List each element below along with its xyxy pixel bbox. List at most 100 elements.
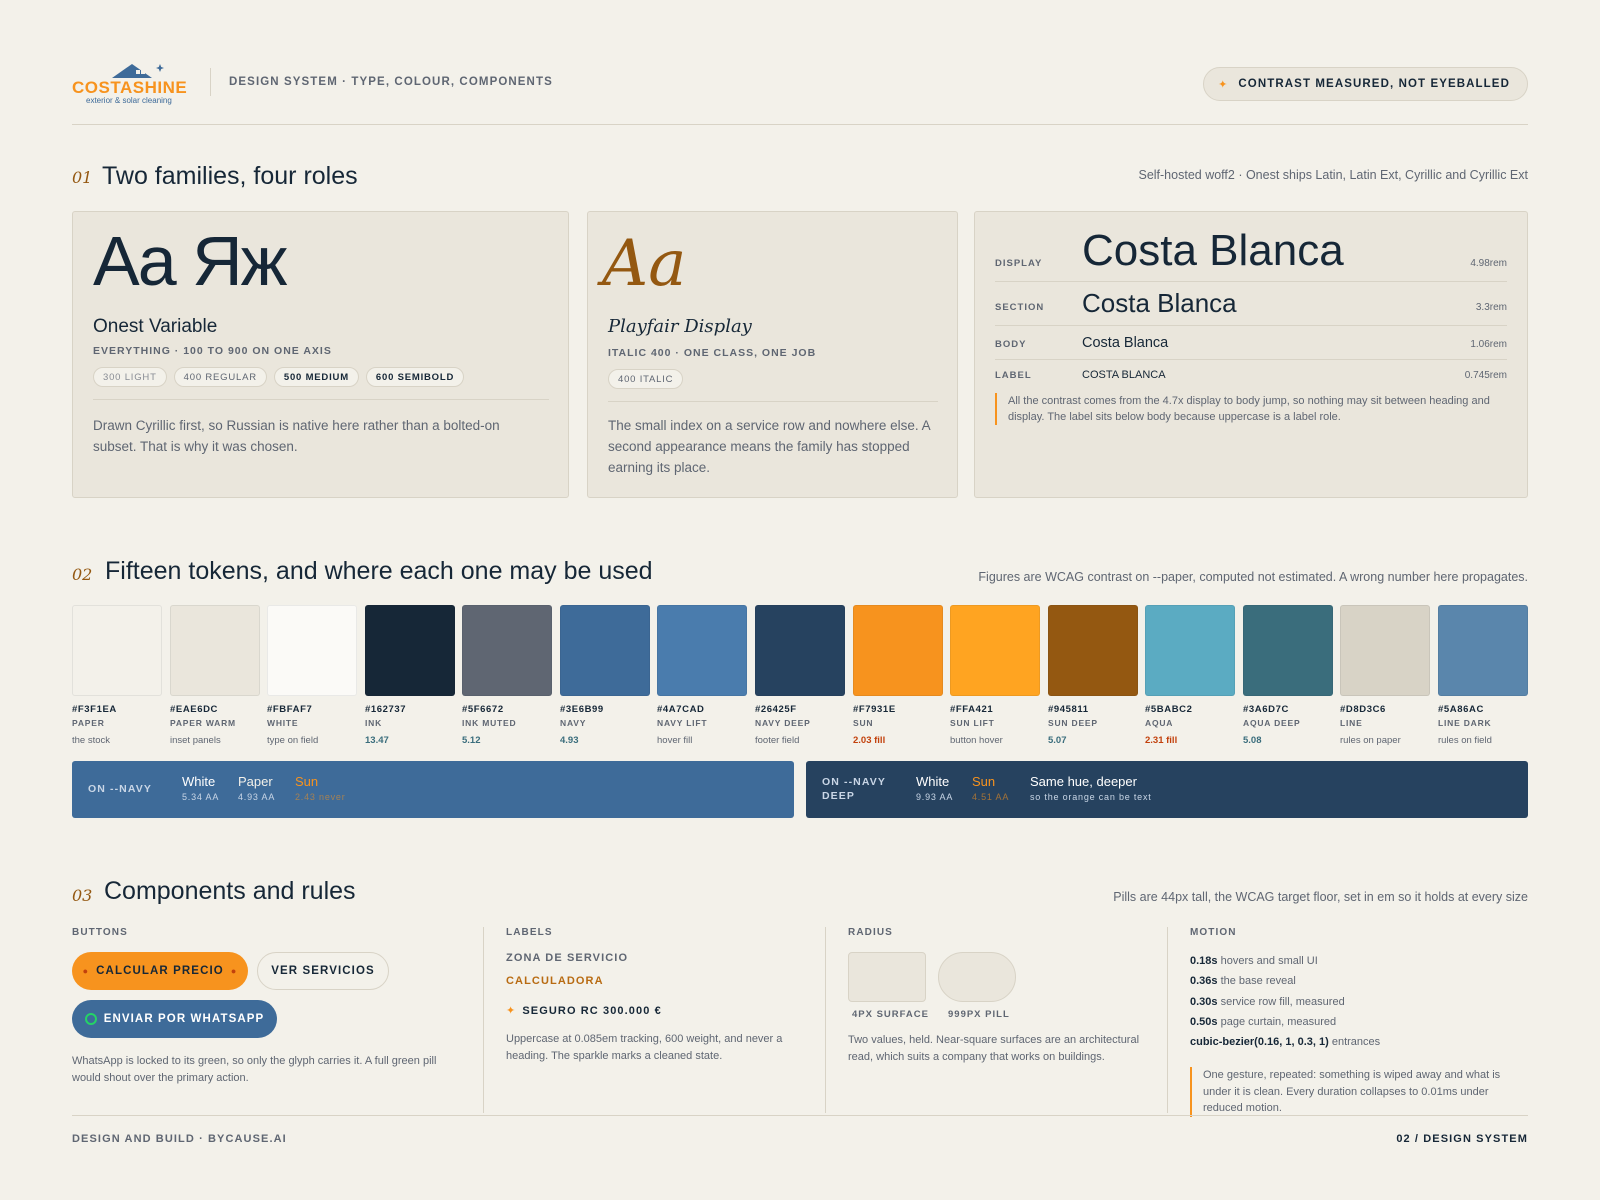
section-heading-components: 03 Components and rules Pills are 44px t… — [72, 877, 1528, 911]
scale-row-body: BODY Costa Blanca 1.06rem — [995, 326, 1507, 360]
swatch-hex: #4A7CAD — [657, 704, 705, 715]
sans-description: Drawn Cyrillic first, so Russian is nati… — [93, 418, 500, 454]
colour-swatch: #F3F1EA PAPER the stock — [72, 605, 162, 746]
scale-row-section: SECTION Costa Blanca 3.3rem — [995, 282, 1507, 326]
band-item: White 5.34 AA — [182, 774, 219, 802]
sans-weights: 300 LIGHT 400 REGULAR 500 MEDIUM 600 SEM… — [93, 367, 465, 387]
column-divider — [825, 927, 826, 1113]
colour-swatch: #945811 SUN DEEP 5.07 — [1048, 605, 1138, 746]
whatsapp-button[interactable]: ENVIAR POR WHATSAPP — [72, 1000, 277, 1038]
scale-size: 3.3rem — [1475, 302, 1507, 313]
swatch-hex: #162737 — [365, 704, 407, 715]
brand-logo[interactable]: COSTASHINE exterior & solar cleaning — [72, 62, 196, 105]
scale-row-label: LABEL COSTA BLANCA 0.745rem — [995, 360, 1507, 386]
colour-swatches: #F3F1EA PAPER the stock #EAE6DC PAPER WARM in… — [72, 605, 1528, 750]
swatch-hex: #945811 — [1048, 704, 1089, 715]
section-title: Components and rules — [104, 877, 356, 905]
motion-note: One gesture, repeated: something is wipe… — [1190, 1067, 1528, 1117]
swatch-usage: hover fill — [657, 735, 693, 746]
scale-size: 0.745rem — [1464, 370, 1507, 381]
motion-row: 0.50s page curtain, measured — [1190, 1016, 1336, 1028]
band-item-title: Sun — [972, 774, 996, 789]
section-note: Figures are WCAG contrast on --paper, co… — [978, 570, 1528, 584]
swatch-chip — [560, 605, 650, 696]
scale-sample: Costa Blanca — [1082, 226, 1344, 275]
colour-swatch: #5BABC2 AQUA 2.31 fill — [1145, 605, 1235, 746]
swatch-chip — [462, 605, 552, 696]
swatch-name: LINE DARK — [1438, 718, 1492, 728]
radius-heading: RADIUS — [848, 927, 893, 938]
swatch-name: INK — [365, 718, 383, 728]
swatch-chip — [755, 605, 845, 696]
swatch-chip — [1243, 605, 1333, 696]
header: COSTASHINE exterior & solar cleaning DES… — [72, 62, 1528, 105]
swatch-chip — [267, 605, 357, 696]
band-item: White 9.93 AA — [916, 774, 953, 802]
weight-pill: 600 SEMIBOLD — [365, 367, 465, 387]
ver-servicios-button[interactable]: VER SERVICIOS — [257, 952, 389, 990]
weight-pill: 500 MEDIUM — [273, 367, 359, 387]
swatch-chip — [657, 605, 747, 696]
swatch-hex: #5F6672 — [462, 704, 504, 715]
dot-icon: ● — [230, 966, 238, 976]
section-note: Self-hosted woff2 · Onest ships Latin, L… — [1138, 168, 1528, 182]
weight-pill: 400 REGULAR — [173, 367, 267, 387]
band-item-sub: 4.93 AA — [238, 792, 276, 802]
sans-specimen: Aa Яж — [93, 222, 287, 300]
label-sample-sparkle: ✦ SEGURO RC 300.000 € — [506, 1004, 662, 1017]
motion-row: 0.36s the base reveal — [1190, 975, 1296, 987]
band-item-title: White — [916, 774, 950, 789]
motion-text: entrances — [1328, 1036, 1381, 1048]
swatch-chip — [72, 605, 162, 696]
page: COSTASHINE exterior & solar cleaning DES… — [72, 0, 1528, 1200]
swatch-hex: #5A86AC — [1438, 704, 1484, 715]
colour-swatch: #5A86AC LINE DARK rules on field — [1438, 605, 1528, 746]
band-label: ON --NAVY DEEP — [822, 775, 886, 803]
band-label: ON --NAVY — [88, 783, 152, 795]
band-item: Same hue, deeper so the orange can be te… — [1030, 774, 1152, 802]
swatch-usage: footer field — [755, 735, 800, 746]
section-number: 03 — [72, 886, 93, 905]
on-navy-band: ON --NAVY White 5.34 AA Paper 4.93 AA Su… — [72, 761, 794, 818]
calcular-precio-button[interactable]: ● CALCULAR PRECIO ● — [72, 952, 248, 990]
colour-swatch: #162737 INK 13.47 — [365, 605, 455, 746]
colour-swatch: #4A7CAD NAVY LIFT hover fill — [657, 605, 747, 746]
section-number: 01 — [72, 168, 93, 187]
swatch-name: NAVY — [560, 718, 587, 728]
section-heading-colour: 02 Fifteen tokens, and where each one ma… — [72, 557, 1528, 591]
swatch-name: LINE — [1340, 718, 1363, 728]
radius-pill-sample — [938, 952, 1016, 1002]
swatch-usage: button hover — [950, 735, 1003, 746]
swatch-usage: 5.12 — [462, 735, 481, 746]
sans-family-meta: EVERYTHING · 100 TO 900 ON ONE AXIS — [93, 345, 332, 357]
sans-family-name: Onest Variable — [93, 316, 218, 337]
colour-swatch: #FFA421 SUN LIFT button hover — [950, 605, 1040, 746]
button-label: CALCULAR PRECIO — [96, 965, 224, 977]
swatch-name: INK MUTED — [462, 718, 517, 728]
swatch-usage: type on field — [267, 735, 319, 746]
swatch-chip — [950, 605, 1040, 696]
swatch-hex: #5BABC2 — [1145, 704, 1193, 715]
motion-value: 0.50s — [1190, 1016, 1218, 1028]
scale-label: DISPLAY — [995, 258, 1043, 269]
colour-swatch: #3A6D7C AQUA DEEP 5.08 — [1243, 605, 1333, 746]
band-item-sub: 5.34 AA — [182, 792, 220, 802]
band-item-title: Sun — [295, 774, 319, 789]
swatch-usage: 4.93 — [560, 735, 579, 746]
colour-swatch: #5F6672 INK MUTED 5.12 — [462, 605, 552, 746]
swatch-chip — [1340, 605, 1430, 696]
swatch-name: SUN — [853, 718, 874, 728]
playfair-card: Aa Playfair Display ITALIC 400 · ONE CLA… — [587, 211, 958, 498]
scale-note: All the contrast comes from the 4.7x dis… — [995, 393, 1507, 425]
band-label-line: ON --NAVY — [822, 776, 886, 788]
colour-swatch: #EAE6DC PAPER WARM inset panels — [170, 605, 260, 746]
motion-text: service row fill, measured — [1217, 996, 1345, 1008]
motion-row: 0.30s service row fill, measured — [1190, 996, 1345, 1008]
motion-value: 0.30s — [1190, 996, 1218, 1008]
colour-swatch: #26425F NAVY DEEP footer field — [755, 605, 845, 746]
section-title: Fifteen tokens, and where each one may b… — [105, 557, 653, 585]
on-navy-deep-band: ON --NAVY DEEP White 9.93 AA Sun 4.51 AA… — [806, 761, 1528, 818]
scale-row-display: DISPLAY Costa Blanca 4.98rem — [995, 224, 1507, 282]
swatch-hex: #3A6D7C — [1243, 704, 1289, 715]
swatch-usage: inset panels — [170, 735, 221, 746]
